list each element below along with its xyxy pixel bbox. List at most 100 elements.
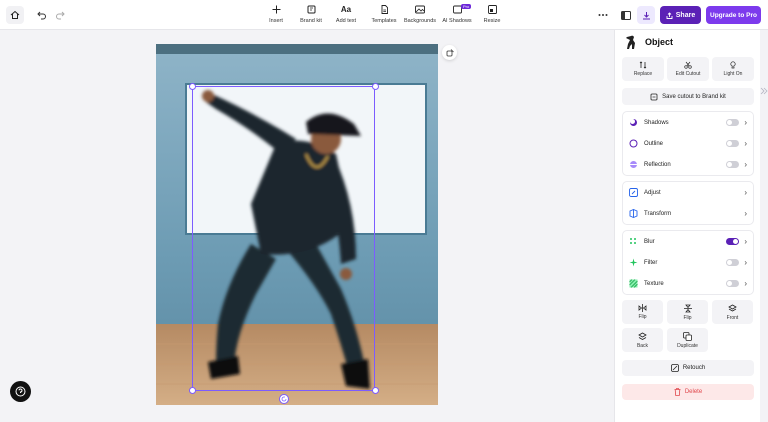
- backgrounds-icon: [400, 5, 440, 15]
- adjust-row[interactable]: Adjust ›: [623, 182, 753, 203]
- duplicate-button[interactable]: Duplicate: [667, 328, 708, 352]
- blur-icon: [629, 237, 638, 246]
- selection-box[interactable]: [192, 86, 375, 391]
- filter-label: Texture: [644, 280, 664, 287]
- tool-label: Brand kit: [300, 18, 322, 24]
- light-on-button[interactable]: Light On: [712, 57, 754, 81]
- upgrade-button[interactable]: Upgrade to Pro: [706, 6, 761, 24]
- transform-row[interactable]: Transform ›: [623, 203, 753, 224]
- plus-icon: [256, 5, 296, 15]
- delete-label: Delete: [684, 389, 703, 395]
- object-thumbnail: [626, 35, 635, 49]
- chevron-right-icon: ›: [744, 237, 747, 246]
- undo-icon[interactable]: [33, 6, 51, 24]
- rotate-handle[interactable]: [279, 394, 289, 404]
- layout-panel-icon[interactable]: [617, 6, 635, 24]
- ai-shadows-icon: Pro: [437, 4, 477, 15]
- resize-handle-bottom-left[interactable]: [189, 387, 196, 394]
- magic-edit-button[interactable]: [442, 45, 457, 60]
- templates-icon: [364, 5, 404, 15]
- tool-label: Templates: [371, 18, 397, 24]
- canvas-area: [0, 30, 614, 422]
- chevron-right-icon: ›: [744, 258, 747, 267]
- filter-row-blur[interactable]: Blur ›: [623, 231, 753, 252]
- light-on-label: Light On: [723, 71, 743, 77]
- bulb-icon: [730, 61, 736, 69]
- object-actions: Replace Edit Cutout Light On: [622, 57, 754, 81]
- tool-backgrounds[interactable]: Backgrounds: [400, 5, 440, 24]
- resize-handle-top-left[interactable]: [189, 83, 196, 90]
- rotate-icon: [281, 396, 287, 402]
- scissors-icon: [684, 61, 692, 69]
- share-label: Share: [675, 11, 696, 19]
- tool-ai-shadows[interactable]: Pro AI Shadows: [437, 4, 477, 24]
- tool-label: Insert: [269, 18, 283, 24]
- outline-toggle[interactable]: [726, 140, 740, 147]
- texture-toggle[interactable]: [726, 280, 740, 287]
- replace-button[interactable]: Replace: [622, 57, 664, 81]
- filter-row-filter[interactable]: Filter ›: [623, 252, 753, 273]
- effect-row-reflection[interactable]: Reflection ›: [623, 154, 753, 175]
- panel-header: Object: [625, 34, 673, 50]
- retouch-label: Retouch: [682, 365, 706, 371]
- reflection-toggle[interactable]: [726, 161, 740, 168]
- save-cutout-label: Save cutout to Brand kit: [662, 93, 726, 100]
- filter-label: Blur: [644, 238, 655, 245]
- filters-group: Blur › Filter › Texture ›: [622, 230, 754, 295]
- bring-front-button[interactable]: Front: [712, 300, 753, 324]
- resize-handle-top-right[interactable]: [372, 83, 379, 90]
- right-edge-strip: [760, 30, 768, 422]
- help-icon: [15, 386, 26, 397]
- chevron-right-icon: ›: [744, 118, 747, 127]
- filter-toggle[interactable]: [726, 259, 740, 266]
- replace-icon: [639, 61, 647, 69]
- share-icon: [666, 11, 673, 19]
- send-back-icon: [638, 332, 647, 340]
- retouch-icon: [670, 364, 679, 372]
- effect-row-shadows[interactable]: Shadows ›: [623, 112, 753, 133]
- effects-group: Shadows › Outline › Reflection ›: [622, 111, 754, 176]
- tool-insert[interactable]: Insert: [256, 5, 296, 24]
- save-cutout-button[interactable]: Save cutout to Brand kit: [622, 88, 754, 105]
- panel-title: Object: [645, 37, 674, 47]
- resize-handle-bottom-right[interactable]: [372, 387, 379, 394]
- edit-cutout-label: Edit Cutout: [675, 71, 701, 77]
- chevron-right-icon: ›: [744, 279, 747, 288]
- text-icon-glyph: Aa: [340, 5, 352, 14]
- texture-icon: [629, 279, 638, 288]
- blur-toggle[interactable]: [726, 238, 740, 245]
- more-options-icon[interactable]: [594, 6, 612, 24]
- collapse-panel-icon[interactable]: [760, 86, 768, 96]
- edit-cutout-button[interactable]: Edit Cutout: [667, 57, 709, 81]
- retouch-button[interactable]: Retouch: [622, 360, 754, 376]
- adjust-group: Adjust › Transform ›: [622, 181, 754, 225]
- filter-row-texture[interactable]: Texture ›: [623, 273, 753, 294]
- send-back-button[interactable]: Back: [622, 328, 663, 352]
- bring-front-icon: [728, 304, 737, 311]
- save-cutout-icon: [650, 93, 658, 100]
- help-button[interactable]: [10, 381, 31, 402]
- redo-icon[interactable]: [51, 6, 69, 24]
- download-button[interactable]: [637, 6, 655, 24]
- flip-vertical-button[interactable]: Flip: [667, 300, 708, 324]
- effect-row-outline[interactable]: Outline ›: [623, 133, 753, 154]
- tool-add-text[interactable]: Aa Add text: [326, 5, 366, 24]
- tool-brand-kit[interactable]: Brand kit: [291, 5, 331, 24]
- text-icon: Aa: [326, 5, 366, 15]
- flip-label: Flip: [638, 314, 647, 320]
- resize-icon: [472, 5, 512, 15]
- share-button[interactable]: Share: [660, 6, 701, 24]
- delete-button[interactable]: Delete: [622, 384, 754, 400]
- shadows-icon: [629, 118, 638, 127]
- sparkle-icon: [629, 258, 638, 267]
- tool-templates[interactable]: Templates: [364, 5, 404, 24]
- trash-icon: [674, 388, 681, 396]
- flip-horizontal-button[interactable]: Flip: [622, 300, 663, 324]
- brand-kit-icon: [291, 5, 331, 15]
- pro-badge: Pro: [461, 4, 472, 9]
- home-icon[interactable]: [6, 6, 24, 24]
- tool-label: Add text: [335, 18, 357, 24]
- shadows-toggle[interactable]: [726, 119, 740, 126]
- tool-resize[interactable]: Resize: [472, 5, 512, 24]
- adjust-icon: [629, 188, 638, 197]
